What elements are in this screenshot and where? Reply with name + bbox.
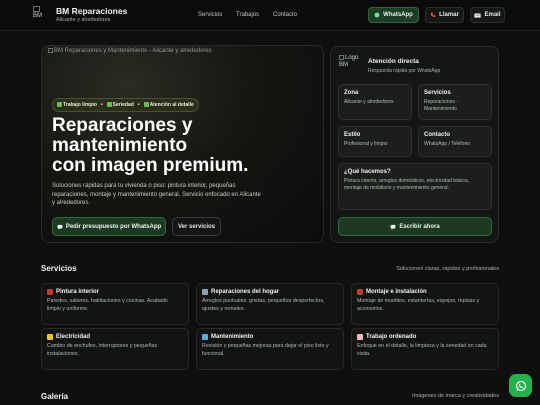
screwdriver-icon bbox=[202, 334, 208, 340]
tile-estilo: Estilo Profesional y limpio bbox=[338, 126, 412, 157]
contact-panel: Logo BM Atención directa Respuesta rápid… bbox=[330, 46, 499, 243]
service-card-electricidad[interactable]: Electricidad Cambio de enchufes, interru… bbox=[41, 328, 189, 370]
badge-label: Trabajo limpio bbox=[63, 102, 97, 108]
service-card-pintura[interactable]: Pintura interior Paredes, salones, habit… bbox=[41, 283, 189, 325]
services-title: Servicios bbox=[41, 264, 77, 273]
bolt-icon bbox=[47, 334, 53, 340]
mail-icon bbox=[474, 12, 482, 18]
whatsapp-icon bbox=[515, 380, 526, 391]
tile-value: Profesional y limpio bbox=[344, 141, 388, 147]
chat-icon bbox=[374, 12, 380, 18]
badge-dot: • bbox=[100, 102, 103, 108]
tile-contacto: Contacto WhatsApp / Teléfono bbox=[418, 126, 492, 157]
gallery-subtitle: Imágenes de marca y creatividades bbox=[412, 393, 499, 399]
service-card-mantenimiento[interactable]: Mantenimiento Revisión y pequeñas mejora… bbox=[196, 328, 344, 370]
service-title: Reparaciones del hogar bbox=[211, 289, 280, 295]
soap-icon bbox=[357, 334, 363, 340]
service-title: Pintura interior bbox=[56, 289, 100, 295]
service-desc: Enfoque en el detalle, la limpieza y la … bbox=[357, 343, 487, 357]
check-icon bbox=[106, 102, 112, 107]
heading-line: mantenimiento bbox=[52, 135, 188, 156]
what-we-do-text: Pintura interior, arreglos domésticos, e… bbox=[344, 178, 470, 191]
email-label: Email bbox=[484, 12, 501, 18]
tile-zona: Zona Alicante y alrededores bbox=[338, 84, 412, 120]
email-button[interactable]: Email bbox=[470, 7, 505, 23]
badge-dot: • bbox=[137, 102, 140, 108]
service-desc: Cambio de enchufes, interruptores y pequ… bbox=[47, 343, 158, 357]
tile-label: Estilo bbox=[344, 132, 361, 138]
service-card-trabajo-ordenado[interactable]: Trabajo ordenado Enfoque en el detalle, … bbox=[351, 328, 499, 370]
panel-title: Atención directa bbox=[368, 58, 419, 65]
badge-label: Atención al detalle bbox=[149, 102, 194, 108]
write-now-button[interactable]: Escribir ahora bbox=[338, 217, 492, 236]
check-icon bbox=[143, 102, 149, 107]
call-label: Llamar bbox=[439, 12, 459, 18]
image-placeholder-icon bbox=[33, 6, 40, 12]
cta-label: Pedir presupuesto por WhatsApp bbox=[65, 223, 162, 230]
write-now-label: Escribir ahora bbox=[399, 223, 440, 230]
badge-label: Seriedad bbox=[112, 102, 134, 108]
panel-logo: Logo BM bbox=[339, 55, 361, 77]
panel-subtitle: Respuesta rápida por WhatsApp bbox=[368, 68, 441, 74]
what-we-do-title: ¿Qué hacemos? bbox=[344, 169, 391, 175]
badge-trabajo-limpio: Trabajo limpio bbox=[57, 102, 97, 108]
check-icon bbox=[57, 102, 62, 107]
whatsapp-button[interactable]: WhatsApp bbox=[368, 7, 419, 23]
services-subtitle: Soluciones claras, rápidas y profesional… bbox=[396, 266, 499, 272]
what-we-do-box: ¿Qué hacemos? Pintura interior, arreglos… bbox=[338, 163, 492, 210]
service-title: Trabajo ordenado bbox=[366, 334, 417, 340]
tile-value: WhatsApp / Teléfono bbox=[424, 141, 471, 147]
heading-line: Reparaciones y bbox=[52, 115, 193, 136]
trust-badges: Trabajo limpio • Seriedad • Atención al … bbox=[52, 98, 199, 112]
service-title: Electricidad bbox=[56, 334, 91, 340]
tile-label: Zona bbox=[344, 90, 359, 96]
tile-label: Servicios bbox=[424, 90, 451, 96]
service-desc: Revisión y pequeñas mejoras para dejar e… bbox=[202, 343, 329, 357]
whatsapp-quote-button[interactable]: Pedir presupuesto por WhatsApp bbox=[52, 217, 166, 236]
service-card-montaje[interactable]: Montaje e instalación Montaje de muebles… bbox=[351, 283, 499, 325]
tile-value: Alicante y alrededores bbox=[344, 99, 394, 105]
heading-line: con imagen premium. bbox=[52, 155, 249, 176]
chat-icon bbox=[390, 224, 396, 230]
badge-seriedad: Seriedad bbox=[106, 102, 134, 108]
tile-value: Reparaciones · Mantenimiento bbox=[424, 99, 458, 112]
hero-heading: Reparaciones y mantenimiento con imagen … bbox=[52, 116, 312, 176]
hero-card: BM Reparaciones y Mantenimiento - Alican… bbox=[41, 45, 324, 243]
paint-icon bbox=[47, 289, 53, 295]
wrench-icon bbox=[202, 289, 208, 295]
service-card-reparaciones[interactable]: Reparaciones del hogar Arreglos puntuale… bbox=[196, 283, 344, 325]
hero-image-caption: BM Reparaciones y Mantenimiento - Alican… bbox=[48, 48, 212, 54]
service-title: Mantenimiento bbox=[211, 334, 254, 340]
toolbox-icon bbox=[357, 289, 363, 295]
hero-description: Soluciones rápidas para tu vivienda o pi… bbox=[52, 183, 261, 206]
floating-whatsapp-button[interactable] bbox=[509, 374, 532, 397]
whatsapp-label: WhatsApp bbox=[383, 12, 413, 18]
phone-icon bbox=[431, 12, 436, 17]
badge-atencion: Atención al detalle bbox=[143, 102, 194, 108]
image-placeholder-icon bbox=[48, 48, 53, 53]
nav-servicios[interactable]: Servicios bbox=[198, 12, 222, 18]
tile-label: Contacto bbox=[424, 132, 450, 138]
nav-contacto[interactable]: Contacto bbox=[273, 12, 297, 18]
gallery-title: Galería bbox=[41, 392, 69, 401]
service-desc: Paredes, salones, habitaciones y cocinas… bbox=[47, 298, 168, 312]
service-title: Montaje e instalación bbox=[366, 289, 427, 295]
view-services-button[interactable]: Ver servicios bbox=[172, 217, 221, 236]
nav-trabajos[interactable]: Trabajos bbox=[236, 12, 259, 18]
top-header: BM BM Reparaciones Alicante y alrededore… bbox=[0, 0, 540, 31]
call-button[interactable]: Llamar bbox=[425, 7, 464, 23]
chat-icon bbox=[57, 224, 63, 230]
hero-caption-text: BM Reparaciones y Mantenimiento - Alican… bbox=[54, 48, 212, 54]
image-placeholder-icon bbox=[339, 55, 344, 60]
brand-logo[interactable]: BM bbox=[33, 6, 46, 24]
brand-title: BM Reparaciones bbox=[56, 6, 128, 16]
logo-text: BM bbox=[33, 13, 42, 19]
tile-servicios: Servicios Reparaciones · Mantenimiento bbox=[418, 84, 492, 120]
service-desc: Montaje de muebles, estanterías, espejos… bbox=[357, 298, 480, 312]
brand-subtitle: Alicante y alrededores bbox=[56, 17, 111, 23]
service-desc: Arreglos puntuales: grietas, pequeños de… bbox=[202, 298, 325, 312]
